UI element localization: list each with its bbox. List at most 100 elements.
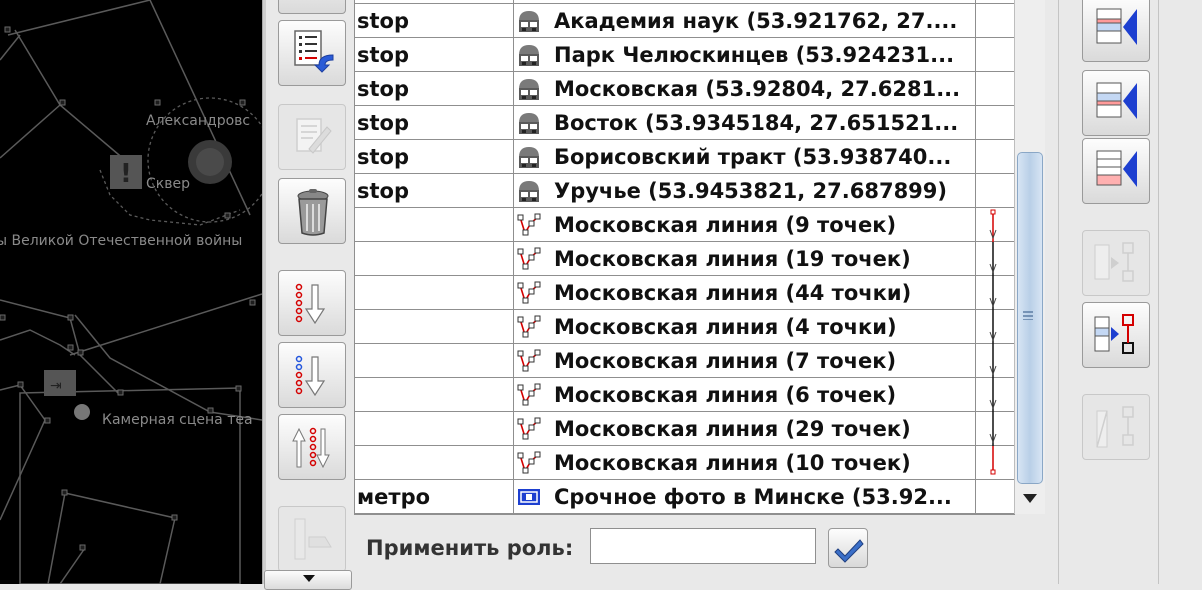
delete-button[interactable] <box>278 178 346 244</box>
members-table[interactable]: stop Академия наук (53.921762, 27.... stop… <box>354 0 1015 515</box>
member-name-cell: Московская линия (29 точек) <box>554 417 911 441</box>
member-name-cell: Московская линия (9 точек) <box>554 213 897 237</box>
way-icon <box>517 281 541 304</box>
member-role-cell <box>357 276 513 309</box>
map-view[interactable]: ! ⇥ Александровс Сквер ы Великой Отечест… <box>0 0 262 584</box>
table-row[interactable]: stop Парк Челюскинцев (53.924231... <box>355 38 1015 72</box>
scroll-down-button[interactable] <box>1015 484 1045 514</box>
properties-icon <box>294 30 334 73</box>
reverse-button[interactable] <box>278 414 346 480</box>
map-label-vov: ы Великой Отечественной войны <box>0 233 243 249</box>
member-role-cell <box>357 378 513 411</box>
sort-down-blue-icon <box>295 355 326 397</box>
apply-role-label: Применить роль: <box>366 536 574 560</box>
add-before-button[interactable] <box>1082 0 1150 62</box>
sort-down-red-button[interactable] <box>278 270 346 336</box>
sort-down-blue-button[interactable] <box>278 342 346 408</box>
svg-text:⇥: ⇥ <box>50 378 62 394</box>
member-name-cell: Московская линия (10 точек) <box>554 451 911 475</box>
expand-toolbar-button[interactable] <box>264 570 352 590</box>
edit-icon <box>296 118 332 154</box>
member-name-cell: Восток (53.9345184, 27.651521... <box>554 111 959 135</box>
table-row[interactable]: Московская линия (10 точек) <box>355 446 1015 480</box>
map-label-alexandrovsky: Александровс <box>146 113 251 129</box>
bus-stop-icon <box>519 11 539 32</box>
way-icon <box>517 349 541 372</box>
column-divider <box>975 0 976 514</box>
member-name-cell: Московская линия (19 точек) <box>554 247 911 271</box>
connection-icon <box>989 344 997 378</box>
member-role-cell: stop <box>357 145 409 169</box>
connection-icon <box>990 446 996 475</box>
member-role-cell <box>357 310 513 343</box>
connection-icon <box>989 412 997 446</box>
way-icon <box>517 247 541 270</box>
member-name-cell: Московская линия (7 точек) <box>554 349 897 373</box>
properties-button[interactable] <box>278 20 346 86</box>
table-row[interactable]: Московская линия (44 точки) <box>355 276 1015 310</box>
table-row[interactable]: Московская линия (19 точек) <box>355 242 1015 276</box>
member-name-cell: Парк Челюскинцев (53.924231... <box>554 43 955 67</box>
member-role-cell: метро <box>357 485 431 509</box>
more-button[interactable] <box>278 506 346 572</box>
member-name-cell: Московская (53.92804, 27.6281... <box>554 77 961 101</box>
map-canvas: ! ⇥ <box>0 0 262 584</box>
bus-stop-icon <box>519 45 539 66</box>
select-members-icon <box>1094 242 1134 282</box>
member-name-cell: Московская линия (4 точки) <box>554 315 897 339</box>
add-selected-icon <box>1094 314 1134 354</box>
connection-icon <box>989 276 997 310</box>
add-selected-button[interactable] <box>1082 302 1150 368</box>
top-partial-button[interactable] <box>278 0 346 14</box>
member-role-cell <box>357 344 513 377</box>
member-role-cell: stop <box>357 77 409 101</box>
table-row[interactable]: Московская линия (7 точек) <box>355 344 1015 378</box>
bus-stop-icon <box>519 181 539 202</box>
add-end-button[interactable] <box>1082 138 1150 204</box>
member-role-cell <box>357 208 513 241</box>
remove-icon <box>1096 406 1134 448</box>
toolbar-separator <box>1158 0 1159 584</box>
way-icon <box>517 451 541 474</box>
photo-icon <box>518 489 540 505</box>
connection-icon <box>989 242 997 276</box>
table-row[interactable]: Московская линия (4 точки) <box>355 310 1015 344</box>
member-name-cell: Московская линия (6 точек) <box>554 383 897 407</box>
table-row[interactable]: метро Срочное фото в Минске (53.92... <box>355 480 1015 514</box>
way-icon <box>517 383 541 406</box>
reverse-icon <box>292 427 330 469</box>
add-after-icon <box>1096 82 1137 119</box>
way-icon <box>517 417 541 440</box>
add-end-icon <box>1096 150 1137 187</box>
column-divider <box>513 0 514 514</box>
member-role-cell <box>357 446 513 479</box>
table-row[interactable]: stop Восток (53.9345184, 27.651521... <box>355 106 1015 140</box>
table-row[interactable]: stop Академия наук (53.921762, 27.... <box>355 4 1015 38</box>
member-role-cell: stop <box>357 111 409 135</box>
svg-text:!: ! <box>120 159 132 189</box>
member-role-cell: stop <box>357 9 409 33</box>
table-row[interactable]: Московская линия (29 точек) <box>355 412 1015 446</box>
remove-button[interactable] <box>1082 394 1150 460</box>
more-icon <box>294 518 332 560</box>
add-after-button[interactable] <box>1082 70 1150 136</box>
table-row[interactable]: Московская линия (6 точек) <box>355 378 1015 412</box>
toolbar-separator <box>1058 0 1059 584</box>
member-role-cell <box>357 412 513 445</box>
table-scrollbar[interactable] <box>1014 0 1045 514</box>
bus-stop-icon <box>519 113 539 134</box>
delete-icon <box>297 189 329 236</box>
role-input[interactable] <box>590 528 816 564</box>
table-row[interactable]: Московская линия (9 точек) <box>355 208 1015 242</box>
edit-button[interactable] <box>278 104 346 170</box>
member-role-cell: stop <box>357 43 409 67</box>
table-row[interactable]: stop Уручье (53.9453821, 27.687899) <box>355 174 1015 208</box>
member-name-cell: Московская линия (44 точки) <box>554 281 912 305</box>
select-members-button[interactable] <box>1082 230 1150 296</box>
member-role-cell <box>357 242 513 275</box>
table-row[interactable]: stop Борисовский тракт (53.938740... <box>355 140 1015 174</box>
apply-role-button[interactable] <box>828 528 868 568</box>
connection-icon <box>989 378 997 412</box>
table-row[interactable]: stop Московская (53.92804, 27.6281... <box>355 72 1015 106</box>
member-name-cell: Борисовский тракт (53.938740... <box>554 145 952 169</box>
